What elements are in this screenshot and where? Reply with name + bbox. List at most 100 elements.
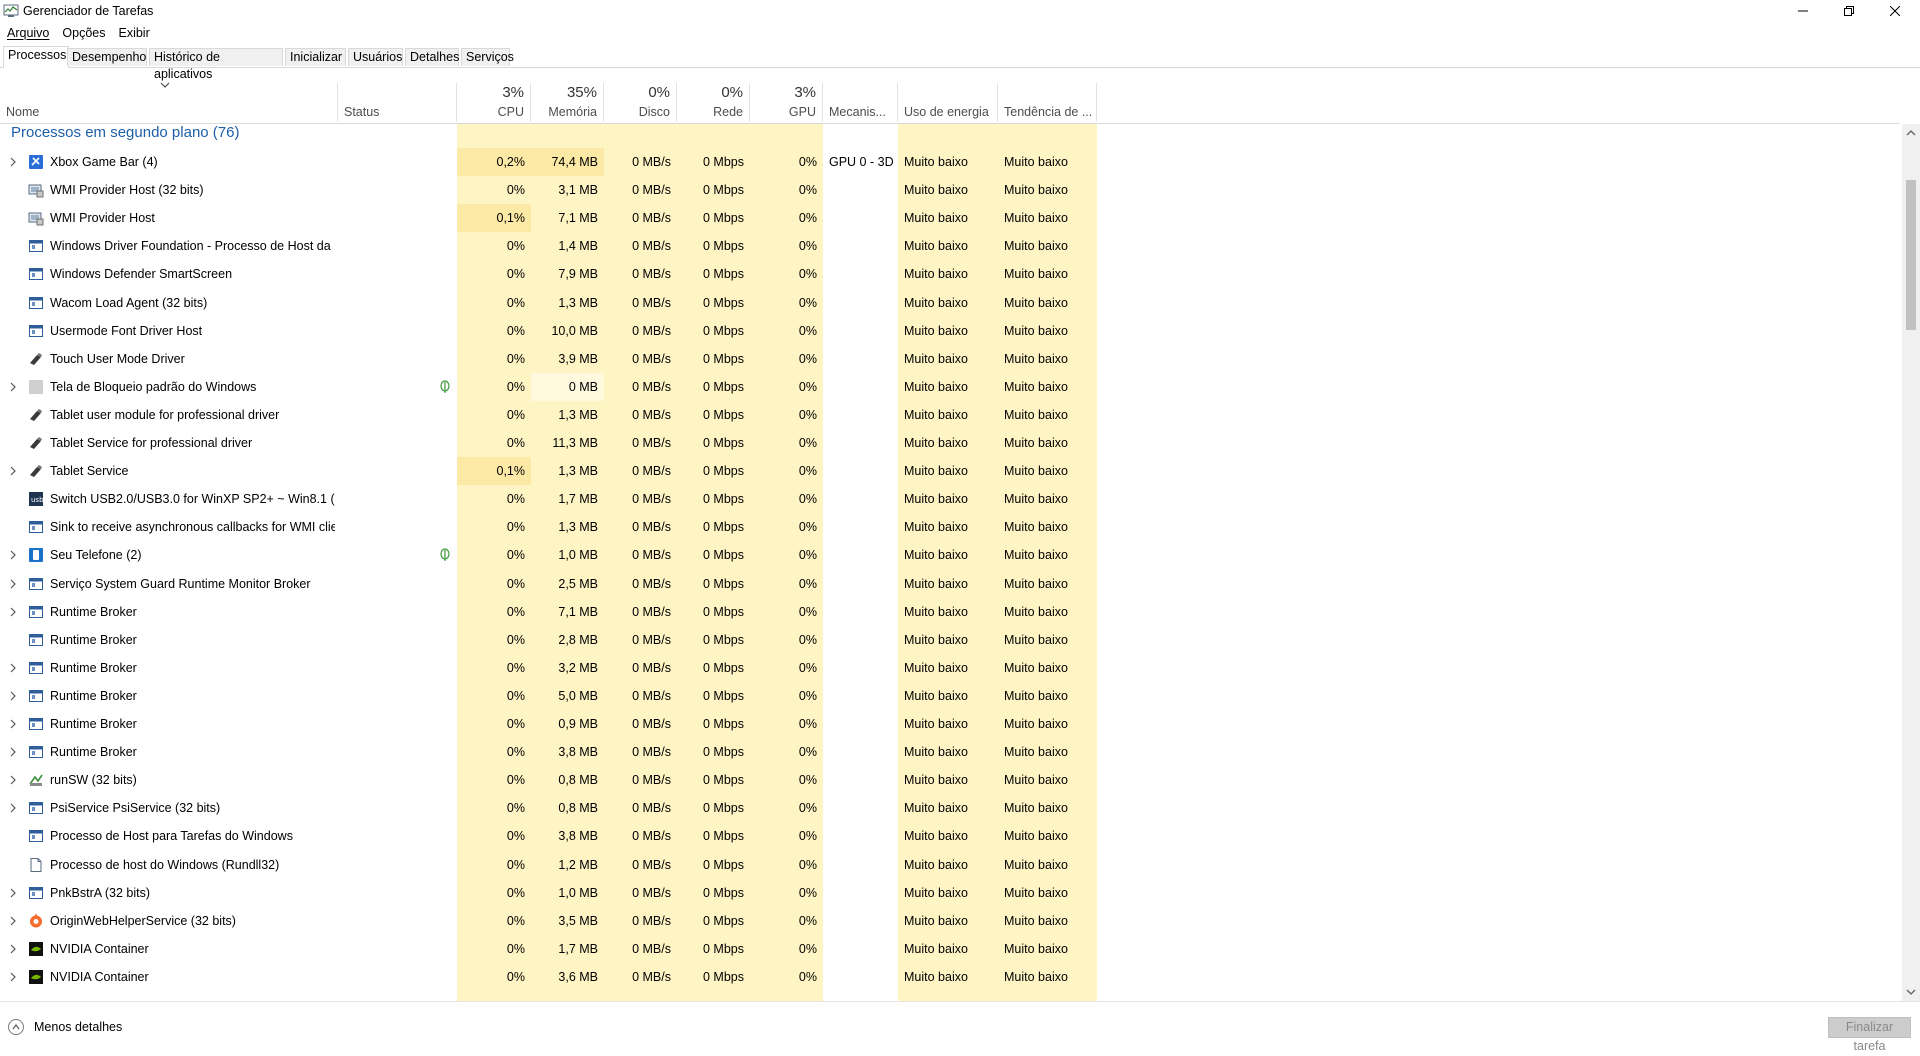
disk-value: 0 MB/s bbox=[632, 211, 671, 226]
column-label-disk: Disco bbox=[638, 105, 670, 119]
expand-chevron-icon[interactable] bbox=[9, 550, 18, 560]
expand-chevron-icon[interactable] bbox=[9, 157, 18, 167]
expand-chevron-icon[interactable] bbox=[9, 747, 18, 757]
expand-chevron-icon[interactable] bbox=[9, 916, 18, 926]
column-header-cpu[interactable]: 3% CPU bbox=[457, 83, 531, 122]
process-row[interactable]: Processo de host do Windows (Rundll32) 0%… bbox=[0, 851, 1097, 879]
expand-chevron-icon[interactable] bbox=[9, 466, 18, 476]
column-header-status[interactable]: Status bbox=[338, 83, 457, 122]
cpu-value: 0% bbox=[506, 969, 525, 984]
tab-detalhes[interactable]: Detalhes bbox=[405, 48, 459, 66]
memory-value: 1,7 MB bbox=[558, 492, 598, 507]
process-row[interactable]: Tablet Service for professional driver 0%… bbox=[0, 429, 1097, 457]
vertical-scrollbar[interactable] bbox=[1902, 124, 1920, 1001]
end-task-button[interactable]: Finalizar tarefa bbox=[1828, 1017, 1911, 1053]
memory-value: 1,3 MB bbox=[558, 464, 598, 479]
restore-button[interactable] bbox=[1826, 0, 1872, 22]
memory-value: 3,8 MB bbox=[558, 829, 598, 844]
column-header-disk[interactable]: 0% Disco bbox=[604, 83, 677, 122]
power-usage-value: Muito baixo bbox=[904, 773, 968, 788]
menu-opcoes[interactable]: Opções bbox=[55, 24, 111, 44]
scrollbar-thumb[interactable] bbox=[1906, 180, 1916, 330]
tab-processos[interactable]: Processos bbox=[3, 46, 69, 68]
close-button[interactable] bbox=[1872, 0, 1918, 22]
expand-chevron-icon[interactable] bbox=[9, 691, 18, 701]
process-row[interactable]: Serviço System Guard Runtime Monitor Bro… bbox=[0, 570, 1097, 598]
column-header-power-trend[interactable]: Tendência de ... bbox=[998, 83, 1097, 122]
process-row[interactable]: Windows Driver Foundation - Processo de … bbox=[0, 232, 1097, 260]
tab-servicos[interactable]: Serviços bbox=[461, 48, 514, 66]
process-row[interactable]: Tablet user module for professional driv… bbox=[0, 401, 1097, 429]
column-header-network[interactable]: 0% Rede bbox=[677, 83, 750, 122]
process-row[interactable]: Xbox Game Bar (4) 0,2% 74,4 MB 0 MB/s 0 Mbps… bbox=[0, 148, 1097, 176]
scroll-down-icon[interactable] bbox=[1906, 987, 1916, 997]
power-trend-value: Muito baixo bbox=[1004, 660, 1068, 675]
tab-historico-aplicativos[interactable]: Histórico de aplicativos bbox=[149, 48, 283, 81]
process-row[interactable]: Runtime Broker 0% 5,0 MB 0 MB/s 0 Mbps 0% Muit… bbox=[0, 682, 1097, 710]
memory-value: 0 MB bbox=[531, 372, 604, 401]
tab-desempenho[interactable]: Desempenho bbox=[67, 48, 147, 66]
power-usage-value: Muito baixo bbox=[904, 520, 968, 535]
window-app-icon bbox=[29, 324, 43, 337]
expand-chevron-icon[interactable] bbox=[9, 775, 18, 785]
process-row[interactable]: Touch User Mode Driver 0% 3,9 MB 0 MB/s 0 Mb… bbox=[0, 345, 1097, 373]
process-row[interactable]: Wacom Load Agent (32 bits) 0% 1,3 MB 0 MB/s… bbox=[0, 289, 1097, 317]
process-row[interactable]: WMI Provider Host 0,1% 7,1 MB 0 MB/s 0 Mbps 0… bbox=[0, 204, 1097, 233]
tab-inicializar[interactable]: Inicializar bbox=[285, 48, 346, 66]
tab-usuarios[interactable]: Usuários bbox=[348, 48, 403, 66]
cpu-value: 0% bbox=[506, 183, 525, 198]
disk-value: 0 MB/s bbox=[632, 548, 671, 563]
process-row[interactable]: runSW (32 bits) 0% 0,8 MB 0 MB/s 0 Mbps 0% Mui… bbox=[0, 766, 1097, 794]
expand-chevron-icon[interactable] bbox=[9, 803, 18, 813]
power-trend-value: Muito baixo bbox=[1004, 436, 1068, 450]
column-header-name[interactable]: Nome bbox=[0, 83, 338, 122]
pen-tablet-icon bbox=[30, 437, 42, 449]
power-usage-value: Muito baixo bbox=[904, 295, 968, 310]
memory-value: 3,9 MB bbox=[558, 351, 598, 366]
expand-chevron-icon[interactable] bbox=[9, 382, 18, 392]
process-row[interactable]: Seu Telefone (2) 0% 1,0 MB 0 MB/s 0 Mbps 0% Mu… bbox=[0, 541, 1097, 569]
cpu-value: 0% bbox=[506, 604, 525, 619]
column-header-memory[interactable]: 35% Memória bbox=[531, 83, 604, 122]
group-title[interactable]: Processos em segundo plano (76) bbox=[11, 124, 239, 141]
process-row[interactable]: PsiService PsiService (32 bits) 0% 0,8 MB 0… bbox=[0, 794, 1097, 822]
expand-chevron-icon[interactable] bbox=[9, 719, 18, 729]
cpu-value: 0% bbox=[506, 351, 525, 366]
process-row[interactable]: Runtime Broker 0% 7,1 MB 0 MB/s 0 Mbps 0% Muit… bbox=[0, 598, 1097, 626]
process-row[interactable]: Runtime Broker 0% 3,2 MB 0 MB/s 0 Mbps 0% Muit… bbox=[0, 654, 1097, 682]
less-details-button[interactable]: Menos detalhes bbox=[8, 1019, 122, 1035]
scroll-up-icon[interactable] bbox=[1906, 128, 1916, 138]
expand-chevron-icon[interactable] bbox=[9, 579, 18, 589]
process-row[interactable]: Usermode Font Driver Host 0% 10,0 MB 0 MB/s… bbox=[0, 317, 1097, 345]
process-row[interactable]: Runtime Broker 0% 2,8 MB 0 MB/s 0 Mbps 0% Muit… bbox=[0, 626, 1097, 654]
process-row[interactable]: Tela de Bloqueio padrão do Windows 0% 0 MB… bbox=[0, 372, 1097, 401]
network-value: 0 Mbps bbox=[703, 436, 744, 450]
expand-chevron-icon[interactable] bbox=[9, 944, 18, 954]
expand-chevron-icon[interactable] bbox=[9, 607, 18, 617]
process-row[interactable]: Sink to receive asynchronous callbacks f… bbox=[0, 513, 1097, 541]
expand-chevron-icon[interactable] bbox=[9, 663, 18, 673]
process-row[interactable]: OriginWebHelperService (32 bits) 0% 3,5 MB… bbox=[0, 907, 1097, 935]
expand-chevron-icon[interactable] bbox=[9, 888, 18, 898]
process-row[interactable]: NVIDIA Container 0% 3,6 MB 0 MB/s 0 Mbps 0% Mu… bbox=[0, 963, 1097, 991]
process-row[interactable]: usb Switch USB2.0/USB3.0 for WinXP SP2+ ~… bbox=[0, 485, 1097, 513]
process-row[interactable]: Windows Defender SmartScreen 0% 7,9 MB 0 MB… bbox=[0, 260, 1097, 288]
cpu-value: 0% bbox=[506, 407, 525, 422]
column-header-gpu[interactable]: 3% GPU bbox=[750, 83, 823, 122]
process-row[interactable]: Runtime Broker 0% 0,9 MB 0 MB/s 0 Mbps 0% Muit… bbox=[0, 710, 1097, 738]
process-row[interactable]: PnkBstrA (32 bits) 0% 1,0 MB 0 MB/s 0 Mbps 0%… bbox=[0, 879, 1097, 907]
disk-value: 0 MB/s bbox=[632, 183, 671, 198]
column-header-power-usage[interactable]: Uso de energia bbox=[898, 83, 998, 122]
menu-exibir[interactable]: Exibir bbox=[111, 24, 155, 44]
column-header-gpu-engine[interactable]: Mecanis... bbox=[823, 83, 898, 122]
gpu-value: 0% bbox=[798, 183, 817, 198]
minimize-button[interactable] bbox=[1780, 0, 1826, 22]
process-row[interactable]: Processo de Host para Tarefas do Windows… bbox=[0, 822, 1097, 850]
process-row[interactable]: Tablet Service 0,1% 1,3 MB 0 MB/s 0 Mbps 0% Mu… bbox=[0, 457, 1097, 486]
expand-chevron-icon[interactable] bbox=[9, 972, 18, 982]
menu-arquivo[interactable]: Arquivo bbox=[0, 24, 55, 44]
process-row[interactable]: NVIDIA Container 0% 1,7 MB 0 MB/s 0 Mbps 0% Mu… bbox=[0, 935, 1097, 963]
network-value: 0 Mbps bbox=[703, 323, 744, 338]
process-row[interactable]: WMI Provider Host (32 bits) 0% 3,1 MB 0 MB/… bbox=[0, 176, 1097, 204]
process-row[interactable]: Runtime Broker 0% 3,8 MB 0 MB/s 0 Mbps 0% Muit… bbox=[0, 738, 1097, 766]
